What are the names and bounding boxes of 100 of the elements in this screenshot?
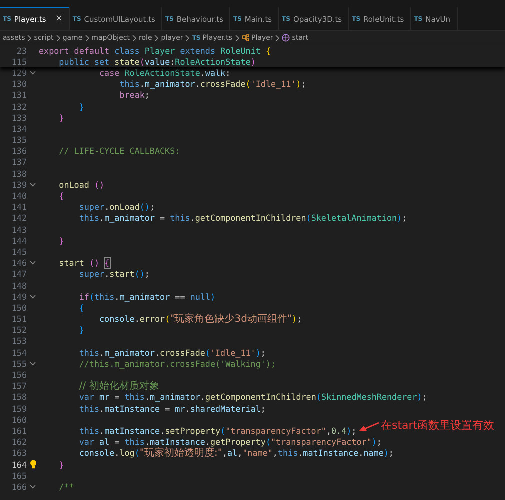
code-token: . [144, 437, 150, 448]
code-token: . [104, 202, 110, 212]
fold-chevron-icon[interactable] [30, 294, 36, 299]
code-token: m_animator [144, 79, 196, 90]
string-literal: "玩家初始透明度:" [140, 448, 222, 460]
line-number: 151 [10, 314, 27, 324]
code-token: getComponentInChildren [195, 213, 306, 224]
code-token: matInstance [104, 426, 160, 436]
code-token: ; [422, 392, 428, 402]
code-token: m_animator [120, 292, 170, 302]
code-token: ( [220, 426, 226, 436]
line-number: 150 [10, 302, 27, 313]
line-number: 133 [10, 112, 27, 123]
code-token: ) [417, 392, 422, 402]
line-number: 115 [10, 56, 27, 67]
line-number: 143 [10, 224, 27, 235]
code-token: } [59, 236, 64, 246]
code-comment: // LIFE-CYCLE CALLBACKS: [59, 146, 180, 156]
chevron-right-icon [27, 34, 32, 42]
code-token: () [134, 269, 145, 280]
code-token: this [94, 292, 115, 302]
code-token: log [120, 448, 135, 458]
code-token: this [120, 79, 140, 90]
line-number: 137 [10, 157, 27, 168]
code-token: SkinnedMeshRenderer [321, 392, 418, 402]
code-token: name [364, 448, 384, 458]
line-number: 130 [10, 79, 27, 90]
code-token: this [124, 437, 145, 448]
line-number: 146 [10, 258, 27, 268]
code-token: = [165, 404, 170, 414]
fold-chevron-icon[interactable] [30, 70, 36, 75]
code-token: this [79, 426, 100, 436]
code-token: = [114, 437, 120, 448]
code-token: this [170, 213, 190, 224]
code-token: case [100, 68, 120, 78]
code-token: start [59, 258, 84, 268]
close-icon[interactable]: × [55, 14, 63, 24]
line-number: 147 [10, 269, 27, 280]
line-number: 162 [10, 437, 27, 448]
string-literal: "transparencyFactor" [271, 437, 372, 448]
code-token: . [114, 448, 120, 458]
fold-chevron-icon[interactable] [30, 484, 36, 489]
code-token: sharedMaterial [190, 404, 261, 414]
line-number: 23 [16, 46, 27, 56]
code-token: ( [266, 437, 272, 448]
code-token: ( [140, 56, 145, 67]
line-number: 158 [10, 392, 27, 402]
code-token: RoleActionState [124, 68, 200, 78]
code-token: } [59, 112, 64, 123]
line-number: 135 [10, 135, 27, 146]
fold-chevron-icon[interactable] [30, 261, 36, 266]
fold-chevron-icon[interactable] [30, 362, 36, 366]
code-token: . [144, 392, 150, 402]
line-number: 157 [10, 381, 27, 392]
code-token: ) [210, 292, 216, 302]
code-token: . [358, 448, 364, 458]
code-token: ; [260, 348, 266, 358]
code-token: ) [296, 79, 302, 90]
chevron-right-icon [185, 34, 190, 42]
code-token: console [79, 448, 115, 458]
code-token: null [190, 292, 210, 302]
code-token: ; [260, 404, 266, 414]
code-token: value [144, 56, 170, 67]
code-token: { [79, 302, 84, 313]
code-token: this [79, 348, 100, 358]
string-literal: "name" [242, 448, 273, 458]
code-token: ; [150, 202, 156, 212]
code-token: ( [316, 392, 322, 402]
line-number: 156 [10, 370, 27, 380]
code-token: ( [246, 79, 251, 90]
code-token: getComponentInChildren [205, 392, 316, 402]
code-token: . [100, 426, 105, 436]
code-token: . [104, 269, 110, 280]
line-number: 164 [10, 460, 27, 470]
code-token: () [89, 258, 100, 268]
code-token: () [140, 202, 150, 212]
code-token: RoleUnit [220, 46, 261, 56]
code-token: mr [100, 392, 110, 402]
line-number: 165 [10, 470, 27, 481]
code-token: this [124, 392, 145, 402]
code-token: ) [372, 437, 377, 448]
code-token: ) [346, 426, 352, 436]
line-number: 139 [10, 180, 27, 190]
lightbulb-icon[interactable] [30, 460, 36, 470]
method-icon [282, 34, 290, 42]
code-token: } [79, 325, 84, 336]
code-token: export default [39, 46, 110, 56]
line-number: 134 [10, 124, 27, 134]
code-token: { [266, 46, 271, 56]
fold-chevron-icon[interactable] [30, 182, 36, 187]
code-token: console [100, 314, 135, 324]
code-token: . [154, 348, 160, 358]
code-token: error [140, 314, 166, 324]
code-token: . [200, 392, 206, 402]
code-token: == [175, 292, 186, 302]
code-token: this [79, 404, 100, 414]
code-token: ( [89, 292, 94, 302]
code-token: } [79, 102, 84, 112]
code-token: ; [297, 314, 302, 324]
code-token: = [160, 213, 166, 224]
